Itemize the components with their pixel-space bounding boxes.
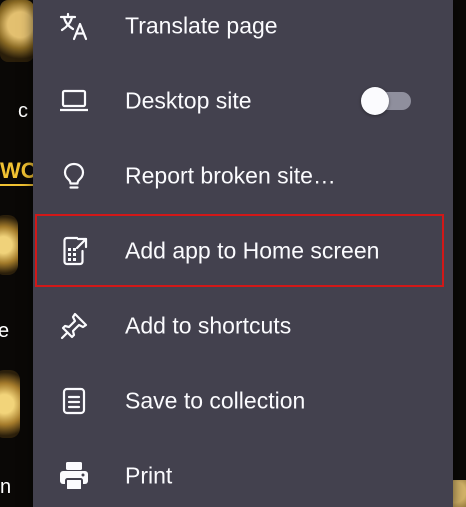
translate-icon xyxy=(57,9,91,43)
background-text-fragment: e xyxy=(0,320,10,342)
menu-item-translate-page[interactable]: Translate page xyxy=(33,0,453,63)
menu-item-report-broken-site[interactable]: Report broken site… xyxy=(33,138,453,213)
link-underline xyxy=(0,184,34,186)
menu-item-add-app-to-home-screen[interactable]: Add app to Home screen xyxy=(33,213,453,288)
pin-icon xyxy=(57,309,91,343)
background-artwork xyxy=(0,0,34,62)
menu-item-label: Print xyxy=(125,462,173,488)
browser-overflow-menu: Translate page Desktop site Report broke… xyxy=(33,0,453,507)
menu-item-add-to-shortcuts[interactable]: Add to shortcuts xyxy=(33,288,453,363)
collection-icon xyxy=(57,384,91,418)
menu-item-label: Desktop site xyxy=(125,87,252,113)
menu-item-print[interactable]: Print xyxy=(33,438,453,507)
toggle-thumb xyxy=(361,86,389,115)
background-artwork xyxy=(0,215,18,275)
laptop-icon xyxy=(57,84,91,118)
menu-item-label: Save to collection xyxy=(125,387,306,413)
background-text-fragment: c xyxy=(18,100,28,122)
menu-item-save-to-collection[interactable]: Save to collection xyxy=(33,363,453,438)
printer-icon xyxy=(57,459,91,493)
menu-item-desktop-site[interactable]: Desktop site xyxy=(33,63,453,138)
lightbulb-icon xyxy=(57,159,91,193)
background-artwork xyxy=(0,370,20,438)
menu-item-label: Add to shortcuts xyxy=(125,312,292,338)
add-to-homescreen-icon xyxy=(57,234,91,268)
background-text-fragment: n xyxy=(0,476,12,498)
desktop-site-toggle[interactable] xyxy=(361,86,413,115)
menu-item-label: Translate page xyxy=(125,12,278,38)
menu-item-label: Add app to Home screen xyxy=(125,237,380,263)
menu-item-label: Report broken site… xyxy=(125,162,336,188)
